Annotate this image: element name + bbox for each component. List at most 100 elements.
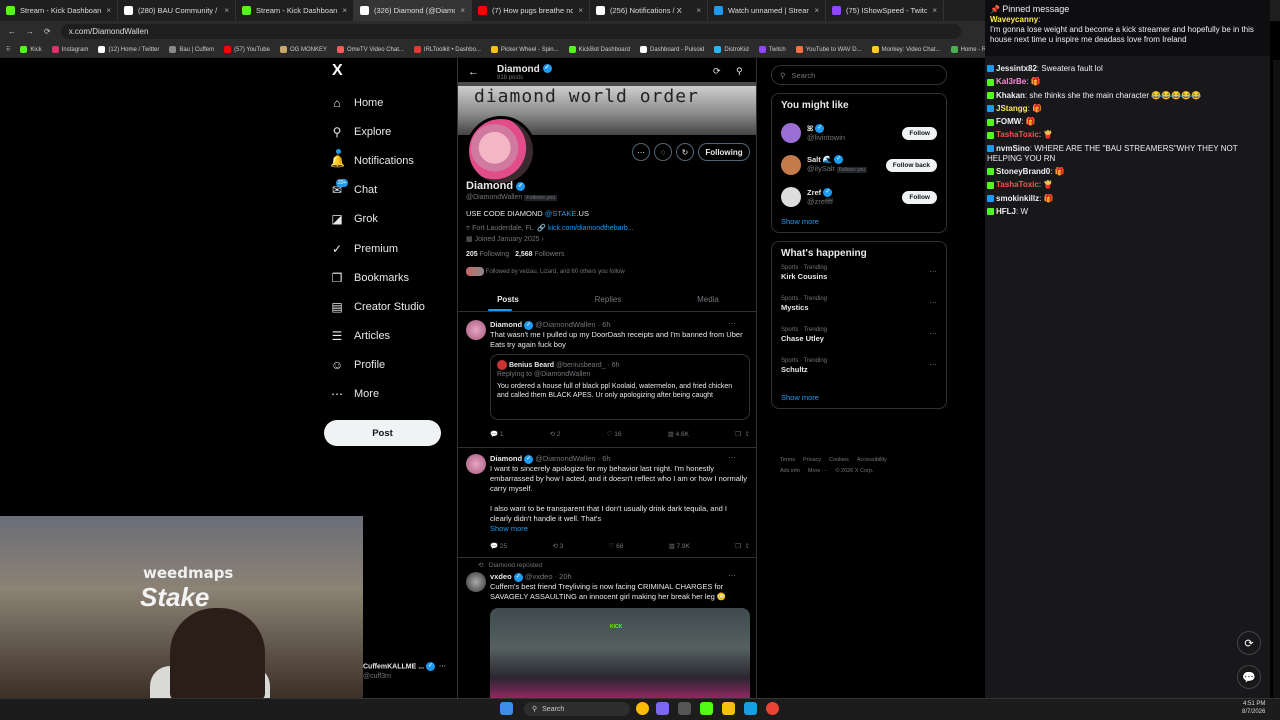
following-label[interactable]: Following xyxy=(480,251,510,258)
nav-item-grok[interactable]: ◪ Grok xyxy=(324,205,454,234)
nav-item-chat[interactable]: ✉ Chat 20+ xyxy=(324,176,454,205)
pinned-user[interactable]: Waveycanny xyxy=(990,15,1038,24)
trend-item[interactable]: Sports · Trending Schultz ⋯ xyxy=(781,358,937,389)
browser-tab[interactable]: Stream - Kick Dashboard × xyxy=(236,0,354,21)
bookmark-item[interactable]: (57) YouTube xyxy=(224,46,270,53)
show-more-link[interactable]: Show more xyxy=(490,524,748,534)
like-button[interactable]: ♡ 16 xyxy=(607,430,622,438)
trend-item[interactable]: Sports · Trending Chase Utley ⋯ xyxy=(781,327,937,358)
bookmark-item[interactable]: Instagram xyxy=(51,46,88,53)
footer-link[interactable]: Privacy xyxy=(803,457,821,463)
chat-message[interactable]: Kal3rBe: 🎁 xyxy=(987,77,1270,87)
chat-username[interactable]: Jessintx82 xyxy=(996,64,1037,73)
avatar[interactable] xyxy=(781,187,801,207)
bookmark-item[interactable]: Home - Rob xyxy=(950,46,985,53)
chat-username[interactable]: TashaToxic xyxy=(996,130,1039,139)
tab-posts[interactable]: Posts xyxy=(458,290,558,311)
start-icon[interactable] xyxy=(500,702,513,715)
forward-icon[interactable]: → xyxy=(26,27,34,36)
tweet-menu-icon[interactable]: ⋯ xyxy=(728,319,736,328)
browser-tab[interactable]: (7) How pugs breathe normally… × xyxy=(472,0,590,21)
profile-avatar[interactable] xyxy=(466,116,536,186)
close-tab-icon[interactable]: × xyxy=(224,6,229,15)
bookmark-item[interactable]: OG MONKEY xyxy=(279,46,327,53)
avatar[interactable] xyxy=(466,572,486,592)
show-more-link[interactable]: Show more xyxy=(781,393,937,402)
bookmark-item[interactable]: IRLToolkit • Dashbo... xyxy=(413,46,481,53)
views-button[interactable]: ▥ 7.9K xyxy=(669,542,690,550)
chat-username[interactable]: Kal3rBe xyxy=(996,77,1026,86)
browser-tab[interactable]: (326) Diamond (@DiamondWa… × xyxy=(354,0,472,21)
tweet-3[interactable]: ⟲ Diamond reposted vxdeo ✓ @vxdeo · 20h … xyxy=(458,558,756,698)
url-input[interactable]: x.com/DiamondWallen xyxy=(60,24,961,39)
footer-link[interactable]: © 2026 X Corp. xyxy=(835,468,873,474)
trend-item[interactable]: Sports · Trending Kirk Cousins ⋯ xyxy=(781,265,937,296)
bookmark-item[interactable]: Monkey: Video Chat... xyxy=(871,46,941,53)
nav-item-creator-studio[interactable]: ▤ Creator Studio xyxy=(324,292,454,321)
trend-menu-icon[interactable]: ⋯ xyxy=(929,360,937,369)
chat-settings-icon[interactable]: ⟳ xyxy=(1237,631,1261,655)
bookmark-item[interactable]: Twitch xyxy=(758,46,786,53)
followers-label[interactable]: Followers xyxy=(535,251,565,258)
x-logo[interactable]: X xyxy=(332,62,454,88)
nav-item-premium[interactable]: ✓ Premium xyxy=(324,234,454,263)
following-button[interactable]: Following xyxy=(698,143,750,161)
quoted-tweet[interactable]: Benius Beard @beniusbeard_ · 6h Replying… xyxy=(490,354,750,420)
tweet-author[interactable]: vxdeo xyxy=(490,572,512,581)
back-arrow-icon[interactable]: ← xyxy=(468,66,479,78)
bookmark-item[interactable]: Picker Wheel - Spin... xyxy=(490,46,559,53)
chat-message[interactable]: smokinkillz: 🎁 xyxy=(987,194,1270,204)
post-button[interactable]: Post xyxy=(324,420,441,446)
like-button[interactable]: ♡ 68 xyxy=(608,542,623,550)
chat-username[interactable]: FOMW xyxy=(996,117,1021,126)
show-more-link[interactable]: Show more xyxy=(781,217,937,226)
followed-by[interactable]: Followed by veizau, Lizard, and 60 other… xyxy=(466,267,625,276)
reply-button[interactable]: 💬 1 xyxy=(490,430,504,438)
chat-message[interactable]: nvmSino: WHERE ARE THE "BAU STREAMERS"WH… xyxy=(987,144,1270,164)
suggestion-item[interactable]: Zref ✓ @zreffff Follow xyxy=(781,181,937,213)
chat-scrollbar[interactable] xyxy=(1273,60,1280,698)
follow-button[interactable]: Follow xyxy=(902,126,937,140)
repost-button[interactable]: ⟲ 3 xyxy=(552,542,563,550)
grok-icon[interactable]: ⟳ xyxy=(713,66,721,77)
chat-message[interactable]: Jessintx82: Sweatera fault lol xyxy=(987,64,1270,74)
close-tab-icon[interactable]: × xyxy=(460,6,465,15)
reload-icon[interactable]: ⟳ xyxy=(44,27,51,36)
apps-icon[interactable]: ⠿ xyxy=(6,46,10,53)
footer-link[interactable]: Accessibility xyxy=(857,457,887,463)
browser-tab[interactable]: Watch unnamed | Streamable × xyxy=(708,0,826,21)
chat-username[interactable]: nvmSino xyxy=(996,144,1030,153)
trend-menu-icon[interactable]: ⋯ xyxy=(929,329,937,338)
following-count[interactable]: 205 xyxy=(466,251,478,258)
subscribe-icon[interactable]: ↻ xyxy=(676,143,694,161)
close-tab-icon[interactable]: × xyxy=(814,6,819,15)
close-tab-icon[interactable]: × xyxy=(696,6,701,15)
avatar[interactable] xyxy=(466,320,486,340)
bookmark-icon[interactable]: ❒ ⇪ xyxy=(735,542,750,550)
avatar[interactable] xyxy=(781,123,801,143)
follow-button[interactable]: Follow back xyxy=(885,158,937,172)
nav-item-more[interactable]: ⋯ More xyxy=(324,380,454,409)
file-explorer-icon[interactable] xyxy=(722,702,735,715)
suggestion-item[interactable]: ꕤ ✓ @livintowin Follow xyxy=(781,117,937,149)
bookmark-icon[interactable]: ❒ ⇪ xyxy=(735,430,750,438)
chrome-icon[interactable] xyxy=(636,702,649,715)
tweet-1[interactable]: Diamond ✓ @DiamondWallen · 6h ⋯ That was… xyxy=(458,314,756,448)
more-options-icon[interactable]: ⋯ xyxy=(632,143,650,161)
browser-tab[interactable]: Stream - Kick Dashboard × xyxy=(0,0,118,21)
follow-button[interactable]: Follow xyxy=(902,190,937,204)
chat-message[interactable]: HFLJ: W xyxy=(987,207,1270,217)
back-icon[interactable]: ← xyxy=(8,27,16,36)
tab-replies[interactable]: Replies xyxy=(558,290,658,311)
trend-menu-icon[interactable]: ⋯ xyxy=(929,267,937,276)
tweet-author[interactable]: Diamond xyxy=(490,454,522,463)
account-switcher[interactable]: CuffemKALLME ... ✓ ⋯ @cuff3m xyxy=(363,662,453,682)
trend-item[interactable]: Sports · Trending Mystics ⋯ xyxy=(781,296,937,327)
close-tab-icon[interactable]: × xyxy=(578,6,583,15)
browser-tab[interactable]: (256) Notifications / X × xyxy=(590,0,708,21)
nav-item-home[interactable]: ⌂ Home xyxy=(324,88,454,117)
chat-bubble-icon[interactable]: 💬 xyxy=(1237,665,1261,689)
chat-username[interactable]: JStangg xyxy=(996,104,1028,113)
footer-link[interactable]: Terms xyxy=(780,457,795,463)
taskbar-search[interactable]: ⚲ Search xyxy=(524,702,630,716)
